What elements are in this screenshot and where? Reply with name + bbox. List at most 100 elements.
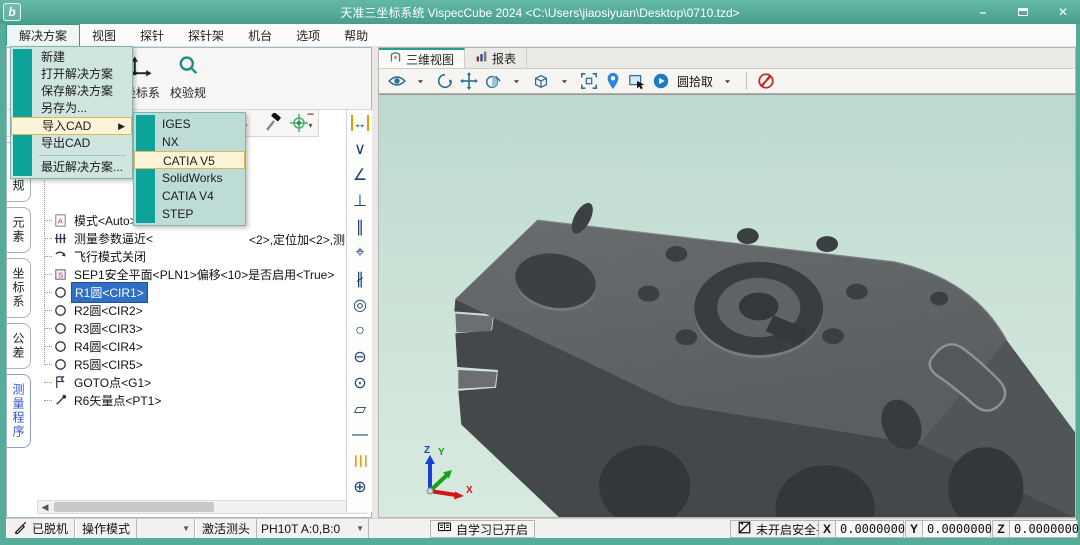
tree-row-circle-r3[interactable]: R3圆<CIR3> bbox=[37, 319, 146, 337]
gauge-check-button[interactable]: 校验规 bbox=[165, 54, 211, 104]
flatness-icon[interactable]: ▱ bbox=[347, 396, 373, 422]
view-tab-bar: 三维视图 报表 bbox=[379, 48, 1075, 69]
menu-item-open-solution[interactable]: 打开解决方案 bbox=[11, 66, 132, 83]
tree-row-circle-r1[interactable]: R1圆<CIR1> bbox=[37, 283, 148, 301]
svg-text:X: X bbox=[466, 485, 473, 496]
hammer-icon[interactable] bbox=[263, 113, 283, 133]
concentricity-icon[interactable]: ◎ bbox=[347, 292, 373, 318]
parallelism-icon[interactable]: ∥ bbox=[347, 214, 373, 240]
total-runout-icon[interactable]: ⊕ bbox=[347, 474, 373, 500]
probe-disabled-icon[interactable] bbox=[756, 72, 775, 91]
minimize-button[interactable]: – bbox=[974, 5, 992, 19]
menu-solution[interactable]: 解决方案 bbox=[6, 24, 80, 46]
menu-options[interactable]: 选项 bbox=[284, 24, 332, 46]
tab-elements[interactable]: 元素 bbox=[7, 207, 31, 253]
submenu-arrow-icon: ▶ bbox=[118, 118, 125, 134]
cube-view-dropdown-icon[interactable] bbox=[555, 72, 574, 91]
tree-row-circle-r2[interactable]: R2圆<CIR2> bbox=[37, 301, 146, 319]
cube-view-icon[interactable] bbox=[531, 72, 550, 91]
svg-text:Y: Y bbox=[438, 447, 445, 458]
tree-row-mode[interactable]: A 模式<Auto> bbox=[37, 211, 140, 229]
restore-button[interactable] bbox=[1014, 5, 1032, 19]
zoom-fit-icon[interactable] bbox=[579, 72, 598, 91]
tab-report[interactable]: 报表 bbox=[465, 48, 527, 68]
pan-view-icon[interactable] bbox=[459, 72, 478, 91]
run-icon[interactable] bbox=[651, 72, 670, 91]
offline-icon bbox=[13, 520, 28, 538]
roundness-icon[interactable]: ○ bbox=[347, 318, 373, 344]
menu-probe-rack[interactable]: 探针架 bbox=[176, 24, 236, 46]
goto-flag-icon bbox=[53, 375, 68, 390]
submenu-item-catia-v5[interactable]: CATIA V5 bbox=[134, 151, 245, 169]
safety-plane-icon: S bbox=[53, 267, 68, 282]
tree-horizontal-scrollbar[interactable]: ◀ ▶ bbox=[37, 500, 367, 514]
render-style-dropdown-icon[interactable] bbox=[507, 72, 526, 91]
toolbar-separator bbox=[746, 72, 747, 90]
active-probe-select[interactable]: PH10T A:0,B:0 ▼ bbox=[257, 519, 369, 538]
view3d-tab-icon bbox=[389, 51, 402, 67]
angle-gauge-icon[interactable]: ∨ bbox=[347, 136, 373, 162]
submenu-item-solidworks[interactable]: SolidWorks bbox=[134, 169, 245, 187]
perpendicularity-icon[interactable]: ⊥ bbox=[347, 188, 373, 214]
circle-pick-dropdown[interactable]: 圆拾取 bbox=[677, 73, 713, 90]
active-probe-label: 激活测头 bbox=[195, 519, 257, 538]
circle-pick-caret-icon[interactable] bbox=[718, 72, 737, 91]
tree-row-vector-point[interactable]: R6矢量点<PT1> bbox=[37, 391, 164, 409]
toolbar-overflow-button[interactable]: ▔▾ bbox=[305, 115, 316, 131]
close-button[interactable]: ✕ bbox=[1054, 5, 1072, 19]
rotate-view-icon[interactable] bbox=[435, 72, 454, 91]
menu-item-save-solution[interactable]: 保存解决方案 bbox=[11, 83, 132, 100]
tree-row-goto[interactable]: GOTO点<G1> bbox=[37, 373, 154, 391]
distance-icon[interactable]: ↔ bbox=[351, 115, 369, 131]
tree-row-circle-r5[interactable]: R5圆<CIR5> bbox=[37, 355, 146, 373]
tab-3d-view[interactable]: 三维视图 bbox=[379, 48, 465, 68]
viewport-3d[interactable]: Z Y X bbox=[379, 94, 1075, 517]
menu-item-new[interactable]: 新建 bbox=[11, 49, 132, 66]
y-coordinate: Y 0.0000000 bbox=[905, 520, 991, 538]
locate-pin-icon[interactable] bbox=[603, 72, 622, 91]
tree-row-circle-r4[interactable]: R4圆<CIR4> bbox=[37, 337, 146, 355]
menu-probe[interactable]: 探针 bbox=[128, 24, 176, 46]
window-select-icon[interactable] bbox=[627, 72, 646, 91]
scrollbar-thumb[interactable] bbox=[54, 502, 214, 512]
menu-item-save-as[interactable]: 另存为... bbox=[11, 100, 132, 117]
operation-mode-select[interactable]: ▼ bbox=[137, 519, 195, 538]
fly-mode-icon bbox=[53, 249, 68, 264]
menu-help[interactable]: 帮助 bbox=[332, 24, 380, 46]
runout-icon[interactable]: ⊙ bbox=[347, 370, 373, 396]
tree-row-measure-params[interactable]: 测量参数逼近< <2>,定位加<2>,测量 bbox=[37, 229, 156, 247]
diameter-icon[interactable]: ⊖ bbox=[347, 344, 373, 370]
menu-machine[interactable]: 机台 bbox=[236, 24, 284, 46]
straightness-icon[interactable]: — bbox=[347, 422, 373, 448]
symmetry-icon[interactable]: ☰ bbox=[347, 448, 373, 474]
tab-tolerance[interactable]: 公差 bbox=[7, 323, 31, 369]
dropdown-caret-icon: ▼ bbox=[356, 524, 364, 533]
position-icon[interactable]: ⌖ bbox=[347, 240, 373, 266]
report-tab-icon bbox=[475, 50, 488, 66]
menu-view[interactable]: 视图 bbox=[80, 24, 128, 46]
title-bar: b 天准三坐标系统 VispecCube 2024 <C:\Users\jiao… bbox=[0, 0, 1080, 24]
angle-icon[interactable]: ∠ bbox=[347, 162, 373, 188]
angularity-icon[interactable]: ∦ bbox=[347, 266, 373, 292]
tree-row-fly-mode[interactable]: 飞行模式关闭 bbox=[37, 247, 149, 265]
submenu-item-catia-v4[interactable]: CATIA V4 bbox=[134, 187, 245, 205]
tree-row-safety-plane[interactable]: S SEP1安全平面<PLN1>偏移<10>是否启用<True> bbox=[37, 265, 337, 283]
eye-dropdown-icon[interactable] bbox=[411, 72, 430, 91]
menu-separator bbox=[39, 155, 126, 156]
scroll-left-icon[interactable]: ◀ bbox=[38, 502, 52, 513]
eye-icon[interactable] bbox=[387, 72, 406, 91]
self-learn-status-button[interactable]: 自学习已开启 bbox=[430, 520, 535, 538]
tab-coordinate-system[interactable]: 坐标系 bbox=[7, 258, 31, 318]
submenu-item-step[interactable]: STEP bbox=[134, 205, 245, 223]
submenu-item-nx[interactable]: NX bbox=[134, 133, 245, 151]
offline-status: 已脱机 bbox=[6, 519, 75, 538]
render-style-icon[interactable] bbox=[483, 72, 502, 91]
submenu-item-iges[interactable]: IGES bbox=[134, 115, 245, 133]
menu-item-import-cad[interactable]: 导入CAD ▶ bbox=[11, 117, 132, 135]
tab-measure-program[interactable]: 测量程序 bbox=[7, 374, 31, 448]
menu-item-recent-solutions[interactable]: 最近解决方案... bbox=[11, 159, 132, 176]
z-coordinate: Z 0.0000000 bbox=[992, 520, 1078, 538]
menu-item-export-cad[interactable]: 导出CAD bbox=[11, 135, 132, 152]
coordinate-triad: Z Y X bbox=[414, 443, 476, 505]
circle-element-icon bbox=[53, 303, 68, 318]
